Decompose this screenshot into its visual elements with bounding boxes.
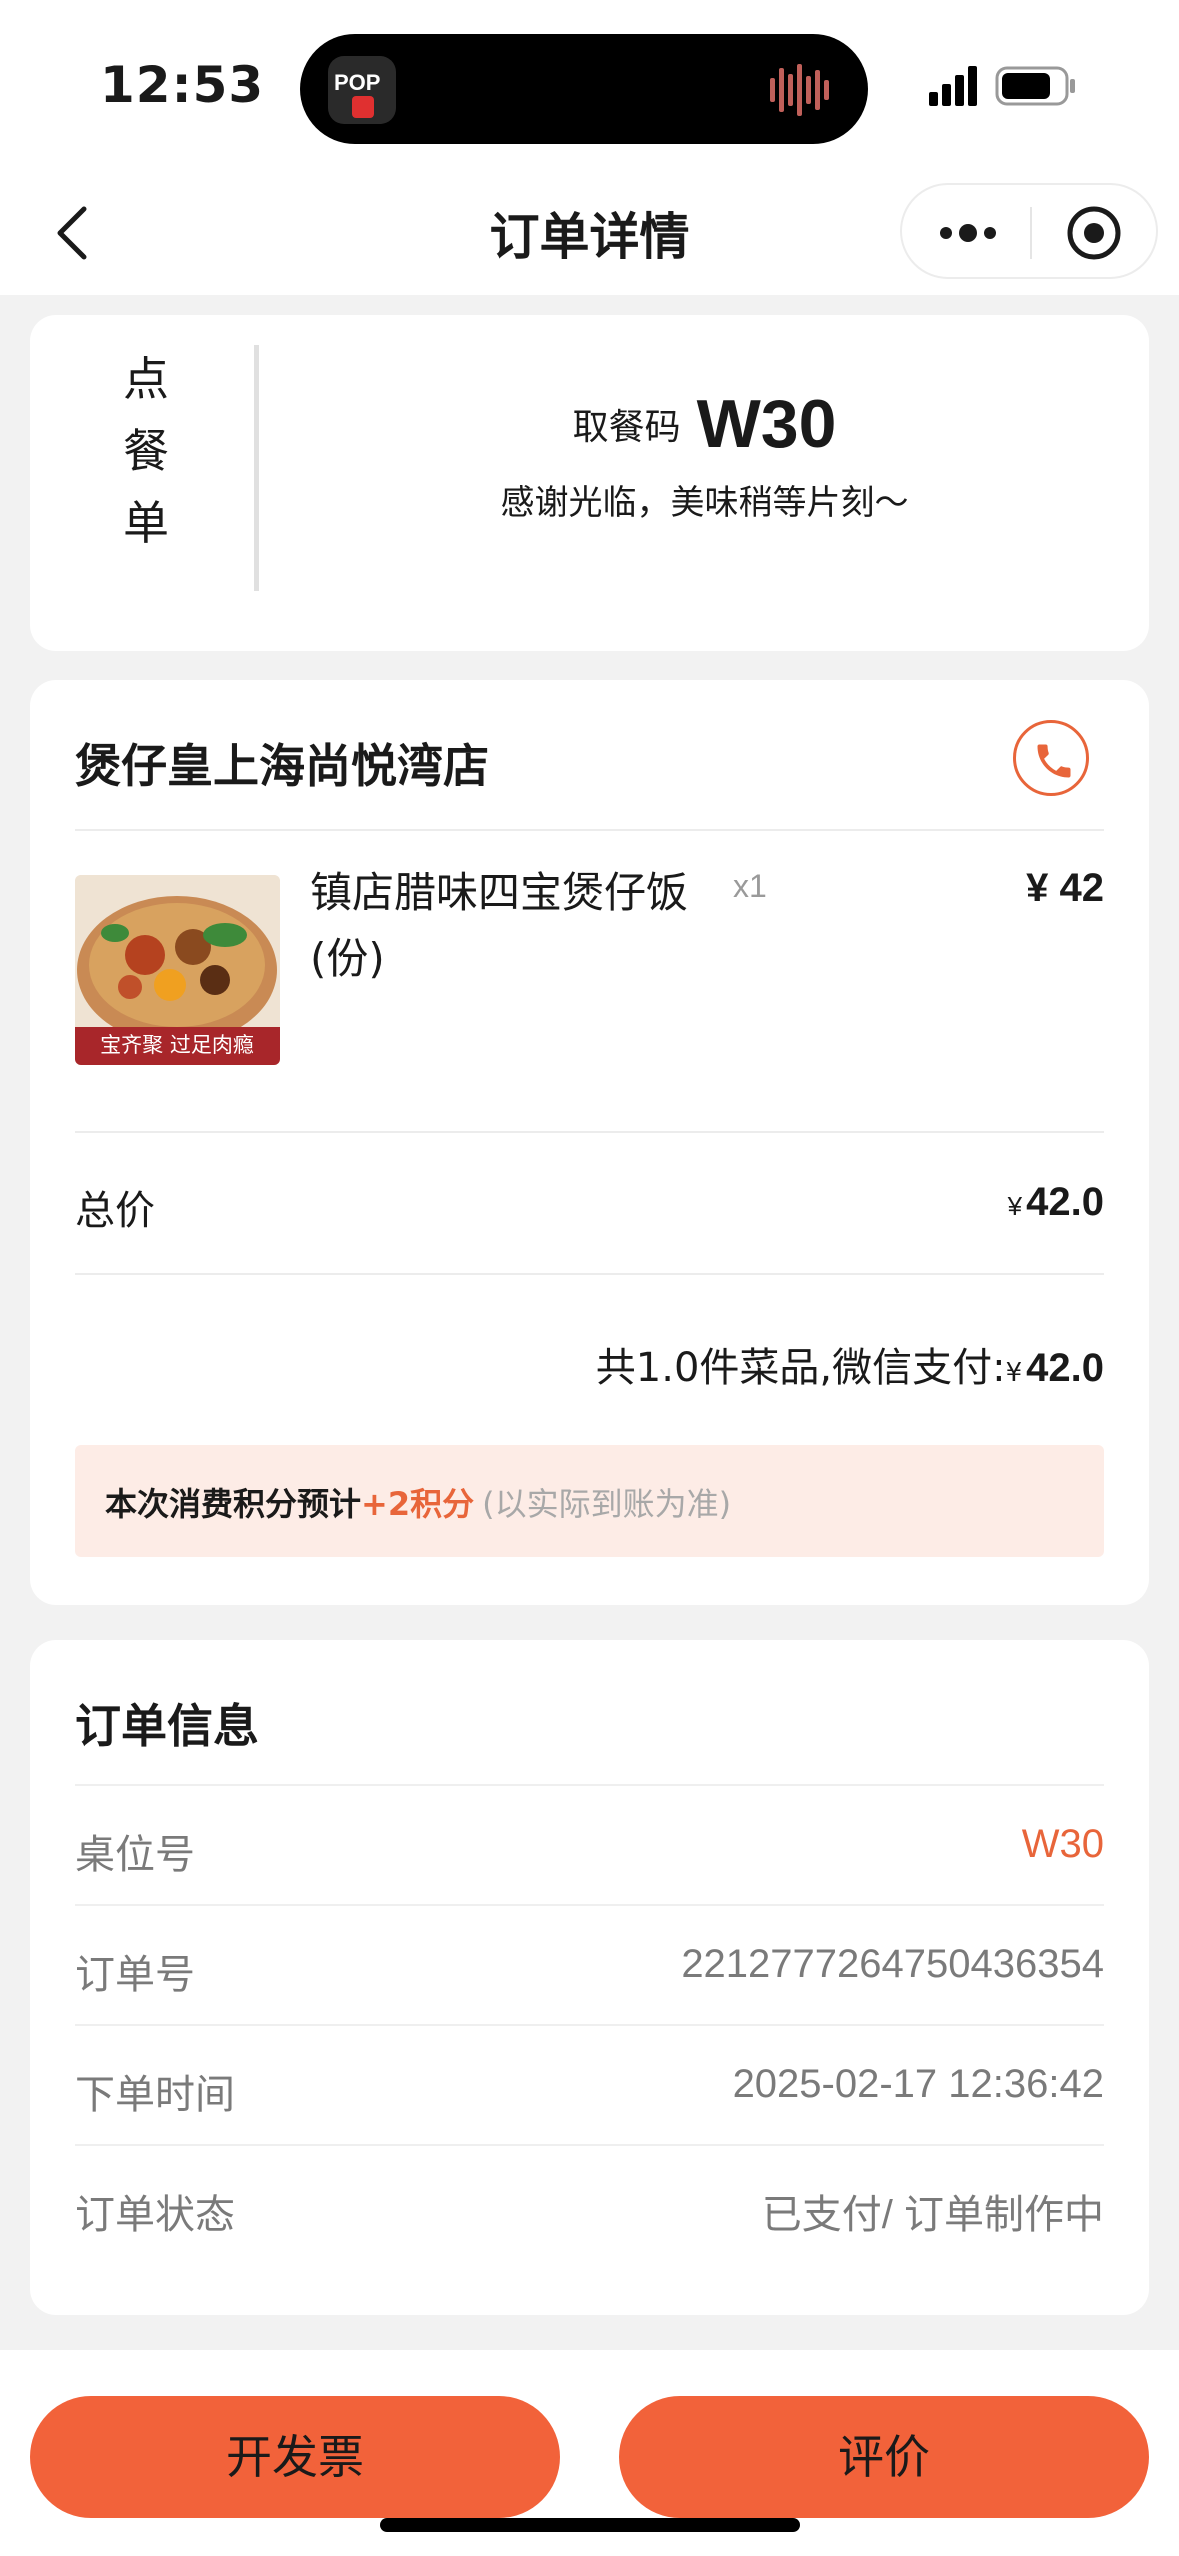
home-indicator[interactable] [380, 2518, 800, 2532]
points-notice: 本次消费积分预计+2积分 (以实际到账为准) [75, 1445, 1104, 1557]
info-row-order-status: 订单状态 已支付/ 订单制作中 [75, 2144, 1104, 2264]
divider [75, 1784, 1104, 1786]
divider [75, 2024, 1104, 2026]
info-key: 下单时间 [75, 2072, 235, 2118]
info-key: 桌位号 [75, 1832, 195, 1878]
currency-symbol: ¥ [1007, 1191, 1023, 1221]
cellular-signal-icon [929, 66, 977, 106]
more-options-icon[interactable] [938, 213, 998, 253]
order-slip-label: 点 餐 单 [116, 343, 176, 559]
divider [75, 2144, 1104, 2146]
currency-symbol: ¥ [1005, 1358, 1023, 1388]
payment-summary: 共1.0件菜品,微信支付:¥ 42.0 [596, 1335, 1104, 1393]
info-row-table: 桌位号 W30 [75, 1784, 1104, 1904]
divider [75, 1131, 1104, 1133]
table-number: W30 [1021, 1822, 1104, 1866]
audio-waveform-icon [770, 64, 829, 116]
vertical-divider [254, 345, 259, 591]
navigation-bar: 订单详情 [0, 175, 1179, 295]
dish-name: 镇店腊味四宝煲仔饭(份) [310, 868, 689, 983]
status-bar: 12:53 POP [0, 0, 1179, 175]
app-icon-mouth [352, 96, 374, 118]
divider [75, 829, 1104, 831]
pickup-code-line: 取餐码 W30 [260, 385, 1149, 463]
order-status: 已支付/ 订单制作中 [761, 2193, 1104, 2237]
pickup-code-label: 取餐码 [572, 407, 681, 448]
image-caption: 宝齐聚 过足肉瘾 [100, 1033, 254, 1057]
info-row-order-number: 订单号 2212777264750436354 [75, 1904, 1104, 2024]
divider [75, 1904, 1104, 1906]
info-key: 订单号 [75, 1952, 195, 1998]
info-key: 订单状态 [75, 2192, 235, 2238]
store-name: 煲仔皇上海尚悦湾店 [75, 739, 489, 793]
pickup-card: 点 餐 单 取餐码 W30 感谢光临，美味稍等片刻～ [30, 315, 1149, 651]
claypot-rice-image: 宝齐聚 过足肉瘾 [75, 875, 280, 1065]
order-slip-char: 单 [123, 496, 169, 550]
order-slip-char: 餐 [123, 424, 169, 478]
total-amount: 42.0 [1026, 1180, 1104, 1224]
phone-icon [1037, 744, 1071, 778]
invoice-button[interactable]: 开发票 [30, 2396, 560, 2518]
system-status-icons [929, 66, 1075, 106]
order-time: 2025-02-17 12:36:42 [732, 2062, 1104, 2106]
order-slip-char: 点 [123, 352, 169, 406]
app-icon-text: POP [334, 70, 381, 95]
dish-image: 宝齐聚 过足肉瘾 [75, 875, 280, 1065]
dynamic-island[interactable]: POP [300, 34, 868, 144]
pickup-message: 感谢光临，美味稍等片刻～ [500, 483, 909, 523]
paid-amount: 42.0 [1026, 1346, 1104, 1390]
call-store-button[interactable] [1013, 720, 1089, 796]
status-time: 12:53 [100, 56, 265, 114]
info-row-order-time: 下单时间 2025-02-17 12:36:42 [75, 2024, 1104, 2144]
pickup-code: W30 [696, 386, 837, 462]
total-label: 总价 [75, 1188, 155, 1234]
points-text: 本次消费积分预计+2积分 (以实际到账为准) [105, 1479, 731, 1525]
divider [75, 1273, 1104, 1275]
points-value: +2积分 [361, 1485, 475, 1523]
dish-price: ¥ 42 [1026, 866, 1104, 910]
order-number: 2212777264750436354 [681, 1942, 1104, 1986]
points-note: (以实际到账为准) [482, 1485, 732, 1523]
order-items-card: 煲仔皇上海尚悦湾店 宝齐聚 过足肉瘾 镇店腊味四宝煲仔饭(份) x1 ¥ 42 … [30, 680, 1149, 1605]
now-playing-app-icon: POP [328, 56, 396, 124]
close-miniprogram-icon[interactable] [1066, 205, 1122, 261]
order-info-card: 订单信息 桌位号 W30 订单号 2212777264750436354 下单时… [30, 1640, 1149, 2315]
battery-icon [995, 66, 1075, 106]
miniprogram-capsule [900, 183, 1158, 279]
review-button[interactable]: 评价 [619, 2396, 1149, 2518]
points-prefix: 本次消费积分预计 [105, 1485, 362, 1523]
summary-text: 共1.0件菜品,微信支付: [595, 1345, 1006, 1391]
capsule-divider [1030, 207, 1032, 259]
dish-quantity: x1 [733, 868, 767, 904]
total-price: ¥42.0 [1008, 1180, 1104, 1225]
order-info-title: 订单信息 [75, 1699, 259, 1753]
